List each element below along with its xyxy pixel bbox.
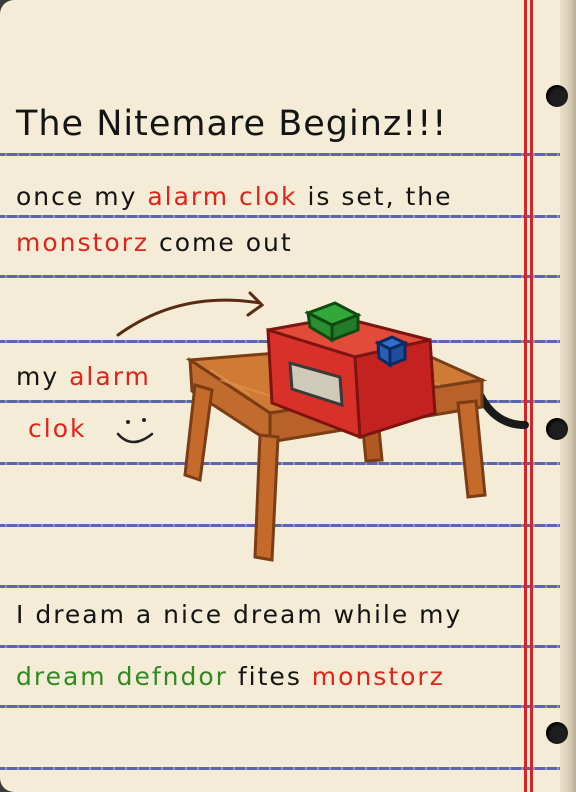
monsters-phrase: monstorz bbox=[16, 228, 150, 257]
text-segment: fites bbox=[227, 662, 312, 691]
page-edge bbox=[560, 0, 576, 792]
binder-hole-icon bbox=[546, 418, 568, 440]
arrow-doodle bbox=[116, 291, 265, 337]
binder-hole-icon bbox=[546, 722, 568, 744]
alarm-clock-phrase: alarm clok bbox=[147, 182, 298, 211]
illustration bbox=[116, 291, 529, 562]
ruled-line bbox=[0, 215, 576, 218]
ruled-line bbox=[0, 275, 576, 278]
dream-defender-phrase: dream defndor bbox=[16, 662, 228, 691]
page-title: The Nitemare Beginz!!! bbox=[16, 104, 448, 144]
story-line-4: dream defndor fites monstorz bbox=[16, 662, 445, 691]
drawing-label-line-2: clok bbox=[28, 414, 86, 443]
text-segment: is set, the bbox=[297, 182, 453, 211]
monsters-phrase: monstorz bbox=[311, 662, 445, 691]
ruled-line bbox=[0, 153, 576, 156]
ruled-line bbox=[0, 645, 576, 648]
text-segment: come out bbox=[149, 228, 293, 257]
notebook-page: The Nitemare Beginz!!! once my alarm clo… bbox=[0, 0, 576, 792]
text-segment: once my bbox=[16, 182, 148, 211]
text-segment: my bbox=[16, 362, 70, 391]
story-line-3: I dream a nice dream while my bbox=[16, 600, 463, 629]
clock-word: clok bbox=[28, 414, 87, 443]
margin-line bbox=[530, 0, 533, 792]
story-line-2: monstorz come out bbox=[16, 228, 293, 257]
binder-hole-icon bbox=[546, 85, 568, 107]
ruled-line bbox=[0, 767, 576, 770]
ruled-line bbox=[0, 705, 576, 708]
ruled-line bbox=[0, 585, 576, 588]
story-line-1: once my alarm clok is set, the bbox=[16, 182, 453, 211]
